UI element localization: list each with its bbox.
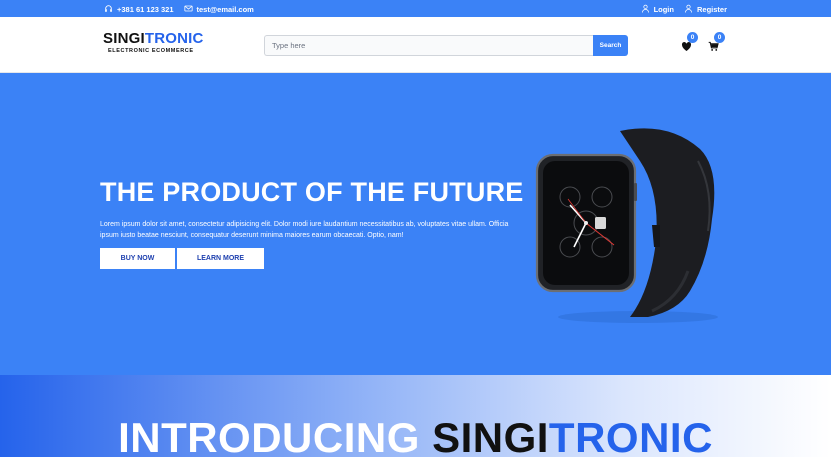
topbar: +381 61 123 321 test@email.com Login Reg…: [0, 0, 831, 17]
logo-part2: TRONIC: [144, 30, 204, 47]
smartwatch-image: [535, 128, 718, 323]
cart-button[interactable]: 0: [708, 32, 725, 57]
logo-part1: SINGI: [103, 30, 145, 47]
login-label: Login: [653, 5, 674, 14]
phone-link[interactable]: +381 61 123 321: [104, 4, 174, 15]
topbar-contacts: +381 61 123 321 test@email.com: [104, 4, 254, 15]
hero-section: THE PRODUCT OF THE FUTURE Lorem ipsum do…: [0, 73, 831, 375]
wishlist-button[interactable]: 0: [681, 32, 698, 57]
user-icon: [641, 4, 650, 15]
intro-word-singi: SINGI: [432, 414, 549, 457]
hero-actions: BUY NOW LEARN MORE: [100, 248, 264, 269]
login-link[interactable]: Login: [641, 4, 674, 15]
cart-count-badge: 0: [714, 32, 725, 43]
topbar-account: Login Register: [641, 4, 727, 15]
search-bar: Search: [264, 35, 628, 56]
headset-icon: [104, 4, 113, 15]
intro-word-tronic: TRONIC: [548, 414, 713, 457]
intro-banner: INTRODUCING SINGITRONIC: [0, 375, 831, 457]
search-input[interactable]: [264, 35, 593, 56]
intro-heading: INTRODUCING SINGITRONIC: [0, 414, 831, 457]
logo[interactable]: SINGITRONIC ELECTRONIC ECOMMERCE: [103, 31, 204, 55]
hero-title: THE PRODUCT OF THE FUTURE: [100, 177, 524, 207]
learn-more-button[interactable]: LEARN MORE: [177, 248, 264, 269]
search-button[interactable]: Search: [593, 35, 628, 56]
user-icon: [684, 4, 693, 15]
email-link[interactable]: test@email.com: [183, 4, 254, 15]
hero-description: Lorem ipsum dolor sit amet, consectetur …: [100, 221, 509, 239]
logo-tagline: ELECTRONIC ECOMMERCE: [108, 48, 194, 54]
phone-text: +381 61 123 321: [117, 5, 174, 14]
logo-wordmark: SINGITRONIC: [103, 31, 204, 47]
intro-word-introducing: INTRODUCING: [118, 414, 420, 457]
register-link[interactable]: Register: [684, 4, 727, 15]
header: SINGITRONIC ELECTRONIC ECOMMERCE Search …: [0, 17, 831, 73]
register-label: Register: [696, 5, 727, 14]
envelope-icon: [183, 4, 193, 15]
wishlist-count-badge: 0: [687, 32, 698, 43]
buy-now-button[interactable]: BUY NOW: [100, 248, 175, 269]
email-text: test@email.com: [196, 5, 254, 14]
